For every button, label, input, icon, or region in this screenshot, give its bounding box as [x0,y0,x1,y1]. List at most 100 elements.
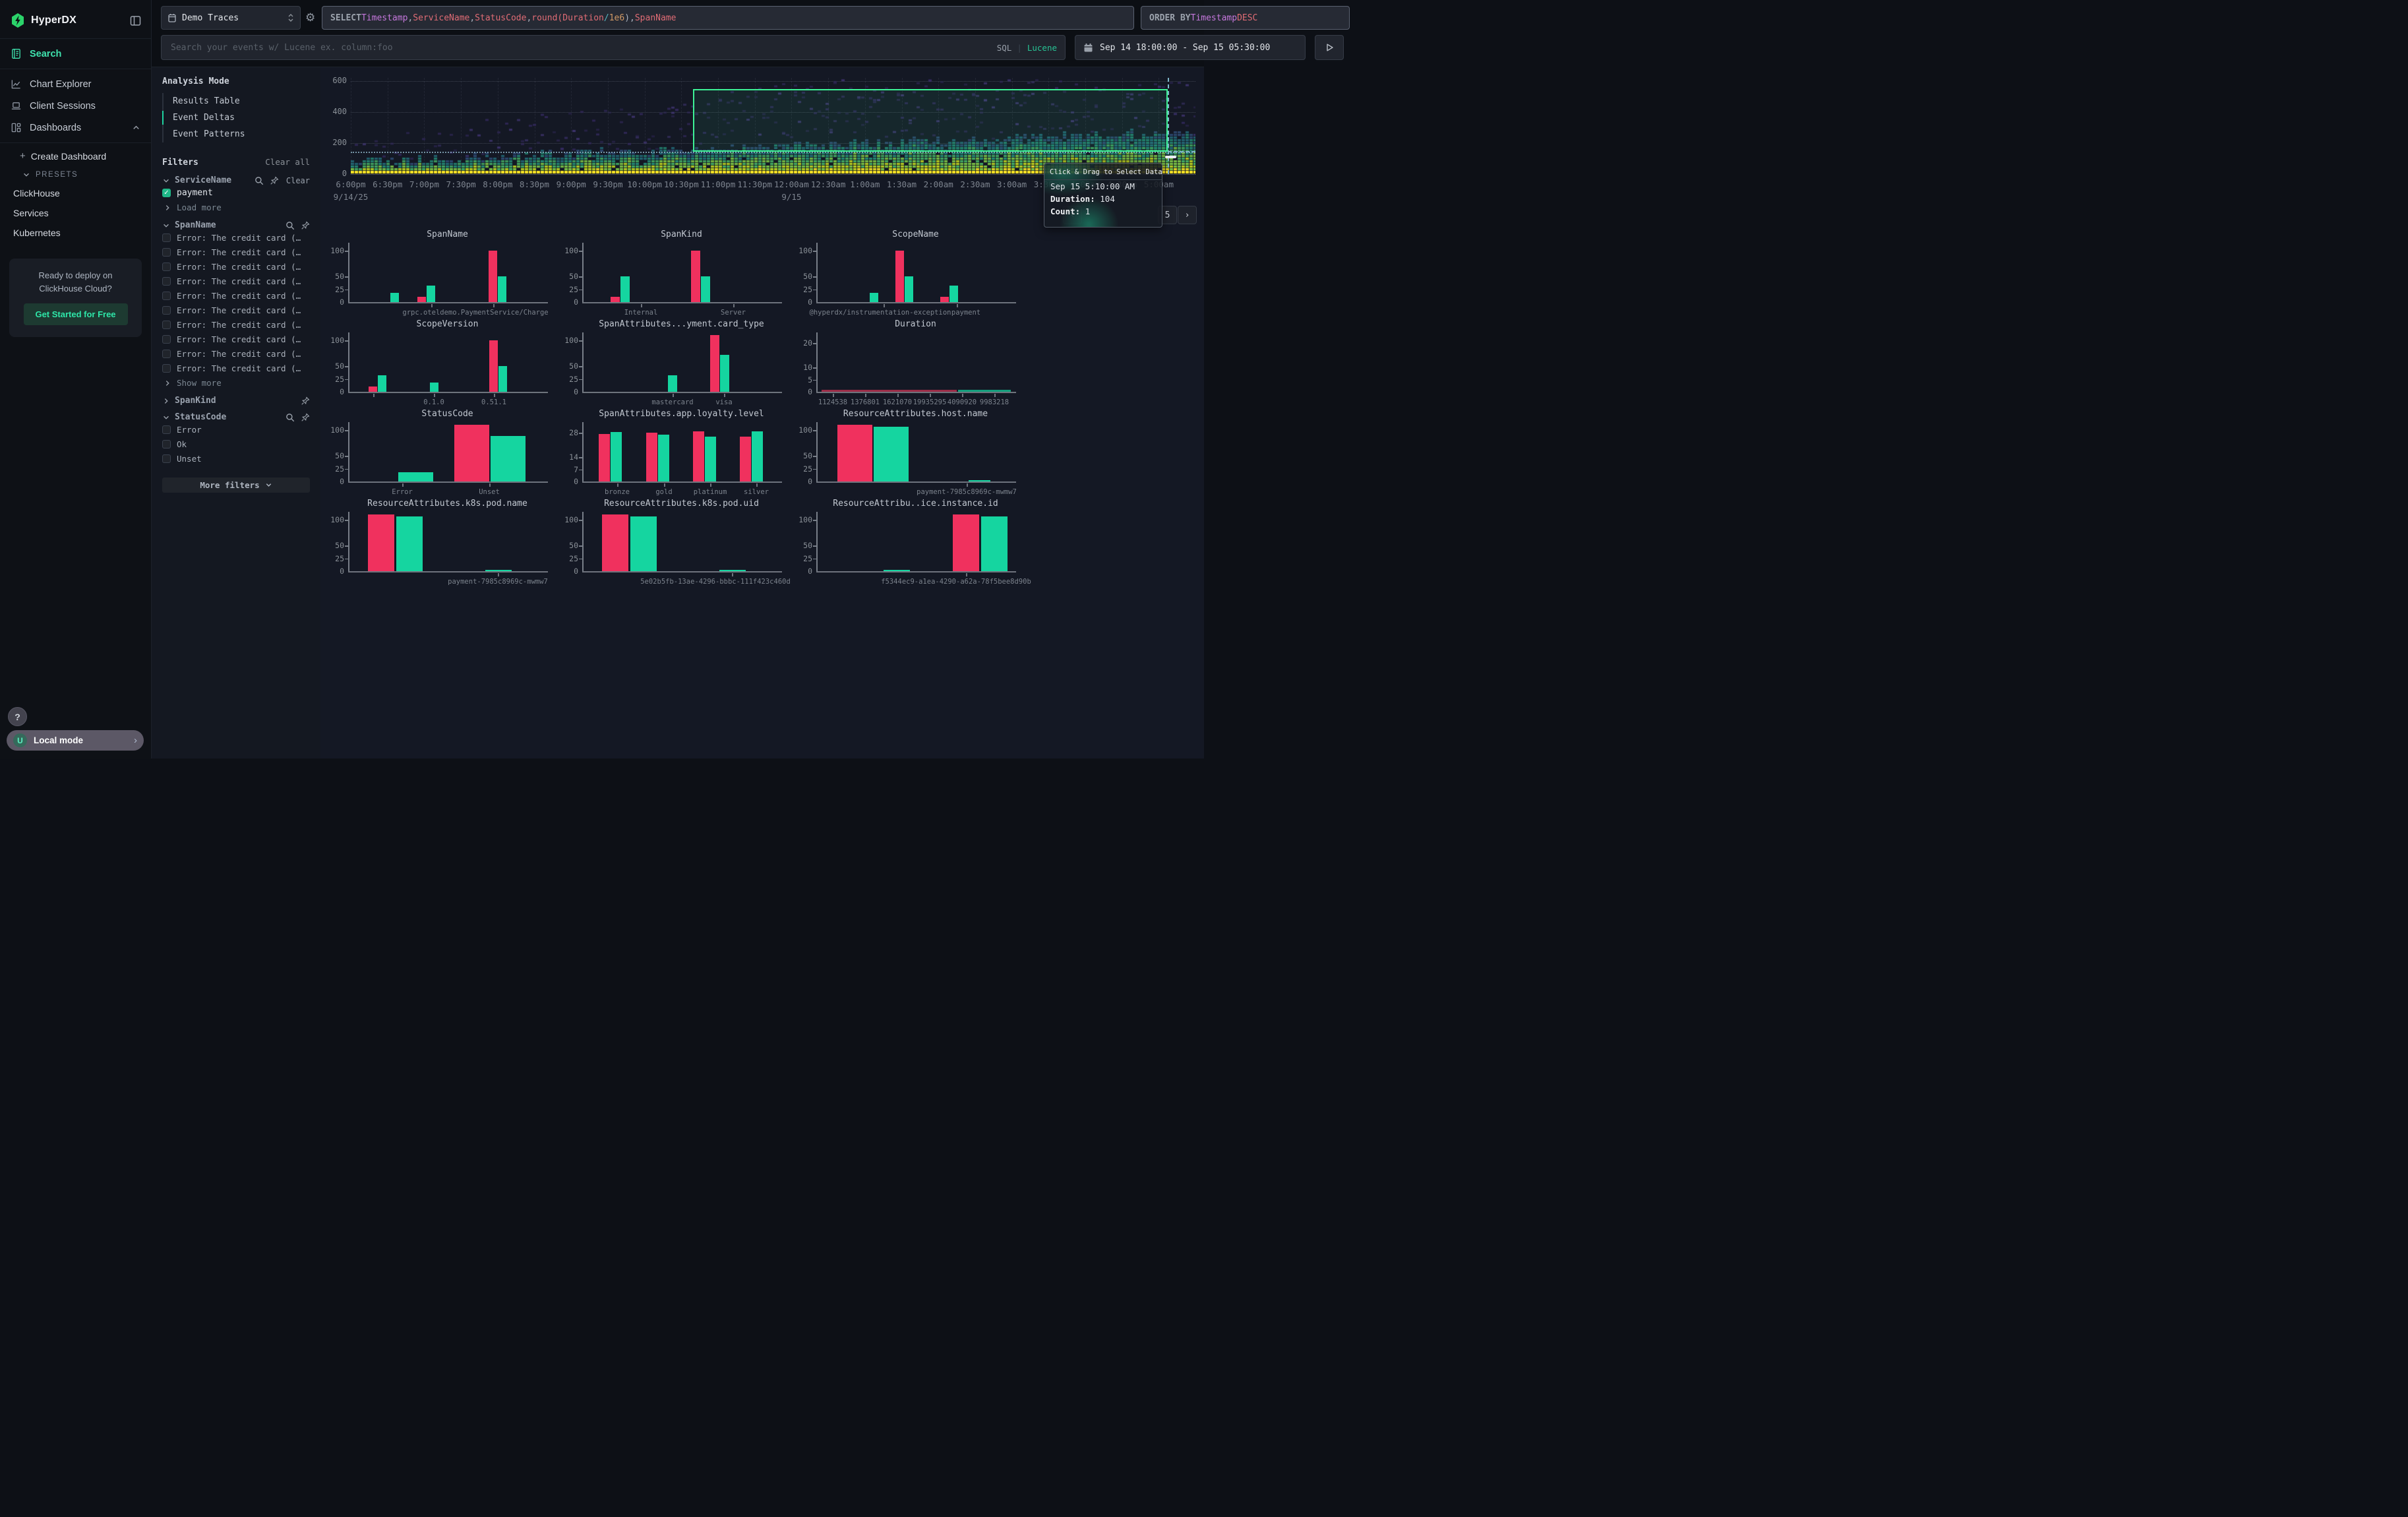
laptop-icon [11,100,22,111]
lang-sql-button[interactable]: SQL [997,43,1012,53]
filter-option-label: Ok [177,439,187,449]
filter-option-payment[interactable]: ✓payment [162,185,310,200]
query-token: Duration [562,13,604,23]
analysis-mode-event-patterns[interactable]: Event Patterns [164,126,320,142]
chart-y-tick-label: 7 [555,465,578,474]
heatmap-selection-rect[interactable] [693,89,1168,152]
filter-section-title[interactable]: SpanName [175,220,281,230]
analysis-mode-event-deltas[interactable]: Event Deltas [164,109,320,126]
chevron-down-icon[interactable] [162,222,170,230]
filter-option-error-the-credit-card-[interactable]: Error: The credit card (… [162,259,310,274]
search-input[interactable] [169,42,990,53]
filter-option-label: Unset [177,454,202,464]
pin-icon[interactable] [270,176,279,185]
preset-dashboard-kubernetes[interactable]: Kubernetes [0,223,151,243]
gear-icon[interactable]: ⚙ [305,11,315,24]
presets-toggle[interactable]: PRESETS [0,166,151,183]
pin-icon[interactable] [301,221,310,230]
chevron-right-icon[interactable] [162,397,170,405]
checkbox-icon[interactable] [162,321,171,329]
preset-dashboard-clickhouse[interactable]: ClickHouse [0,183,151,203]
checkbox-icon[interactable] [162,440,171,449]
filter-section-title[interactable]: ServiceName [175,175,250,185]
filter-section-title[interactable]: StatusCode [175,412,281,422]
sidebar-item-client-sessions[interactable]: Client Sessions [0,95,151,117]
filter-option-label: Error: The credit card (… [177,363,301,373]
sidebar-item-search[interactable]: Search [0,43,151,65]
filter-option-error-the-credit-card-[interactable]: Error: The credit card (… [162,317,310,332]
filter-option-error-the-credit-card-[interactable]: Error: The credit card (… [162,361,310,375]
checkbox-icon[interactable] [162,350,171,358]
search-icon[interactable] [286,221,295,230]
data-source-select[interactable]: Demo Traces [161,6,301,30]
filter-option-error-the-credit-card-[interactable]: Error: The credit card (… [162,288,310,303]
filter-option-error-the-credit-card-[interactable]: Error: The credit card (… [162,303,310,317]
chart-y-tick [579,276,582,278]
chart-x-label: 0.1.0 [423,398,444,406]
chart-bar-pink [489,340,498,392]
get-started-button[interactable]: Get Started for Free [24,303,128,325]
show-more-button[interactable]: Show more [162,375,310,389]
chart-bar-green [752,431,763,481]
checkbox-icon[interactable] [162,233,171,242]
filter-option-unset[interactable]: Unset [162,451,310,466]
checkbox-icon[interactable] [162,306,171,315]
help-button[interactable]: ? [8,707,27,726]
filter-option-error-the-credit-card-[interactable]: Error: The credit card (… [162,332,310,346]
preset-dashboard-services[interactable]: Services [0,203,151,223]
checkbox-icon[interactable] [162,263,171,271]
search-icon[interactable] [255,176,264,185]
filter-option-error-the-credit-card-[interactable]: Error: The credit card (… [162,346,310,361]
filter-section-title[interactable]: SpanKind [175,396,296,406]
sidebar-item-chart-explorer[interactable]: Chart Explorer [0,73,151,95]
chart-title: SpanName [427,230,468,239]
checkbox-icon[interactable] [162,364,171,373]
chart-y-tick-label: 50 [320,361,344,371]
chart-y-tick-label: 25 [789,464,812,474]
checkbox-icon[interactable] [162,454,171,463]
filter-option-error-the-credit-card-[interactable]: Error: The credit card (… [162,274,310,288]
chart-x-tick [494,394,495,397]
chart-x-axis [348,392,548,393]
chevron-down-icon[interactable] [162,177,170,185]
create-dashboard-button[interactable]: +Create Dashboard [0,146,151,166]
chart-x-tick [673,394,674,397]
checkbox-icon[interactable] [162,425,171,434]
checkbox-icon[interactable] [162,292,171,300]
filter-option-ok[interactable]: Ok [162,437,310,451]
search-icon[interactable] [286,413,295,422]
selection-handle[interactable] [1165,156,1176,158]
select-clause-input[interactable]: SELECT Timestamp, ServiceName, StatusCod… [322,6,1134,30]
filter-option-error-the-credit-card-[interactable]: Error: The credit card (… [162,230,310,245]
sidebar-item-label: Search [30,49,61,59]
checkbox-icon[interactable] [162,335,171,344]
pin-icon[interactable] [301,396,310,406]
chart-bar-green [427,286,435,302]
chevron-down-icon[interactable] [162,414,170,421]
filter-option-error-the-credit-card-[interactable]: Error: The credit card (… [162,245,310,259]
clear-filter-button[interactable]: Clear [286,176,310,185]
heatmap-x-date-label: 9/15 [781,192,801,202]
load-more-button[interactable]: Load more [162,200,310,214]
clear-all-button[interactable]: Clear all [265,157,310,167]
checkbox-icon[interactable] [162,248,171,257]
checkbox-checked-icon[interactable]: ✓ [162,189,171,197]
lang-lucene-button[interactable]: Lucene [1027,43,1057,53]
filter-option-label: Error: The credit card (… [177,233,301,243]
filter-option-error[interactable]: Error [162,422,310,437]
local-mode-menu[interactable]: U Local mode › [7,730,144,751]
checkbox-icon[interactable] [162,277,171,286]
plus-icon: + [20,150,26,162]
filter-option-label: Error [177,425,202,435]
date-range-picker[interactable]: Sep 14 18:00:00 - Sep 15 05:30:00 [1075,35,1306,60]
chart-y-tick-label: 0 [555,567,578,576]
analysis-mode-results-table[interactable]: Results Table [164,93,320,109]
pagination-next-button[interactable]: › [1178,206,1197,224]
run-query-button[interactable] [1315,35,1344,60]
more-filters-button[interactable]: More filters [162,478,310,493]
collapse-sidebar-icon[interactable] [129,15,142,27]
pin-icon[interactable] [301,413,310,422]
sidebar-item-dashboards[interactable]: Dashboards [0,117,151,139]
orderby-clause-input[interactable]: ORDER BY Timestamp DESC [1141,6,1350,30]
chart-bar-pink [611,297,620,302]
